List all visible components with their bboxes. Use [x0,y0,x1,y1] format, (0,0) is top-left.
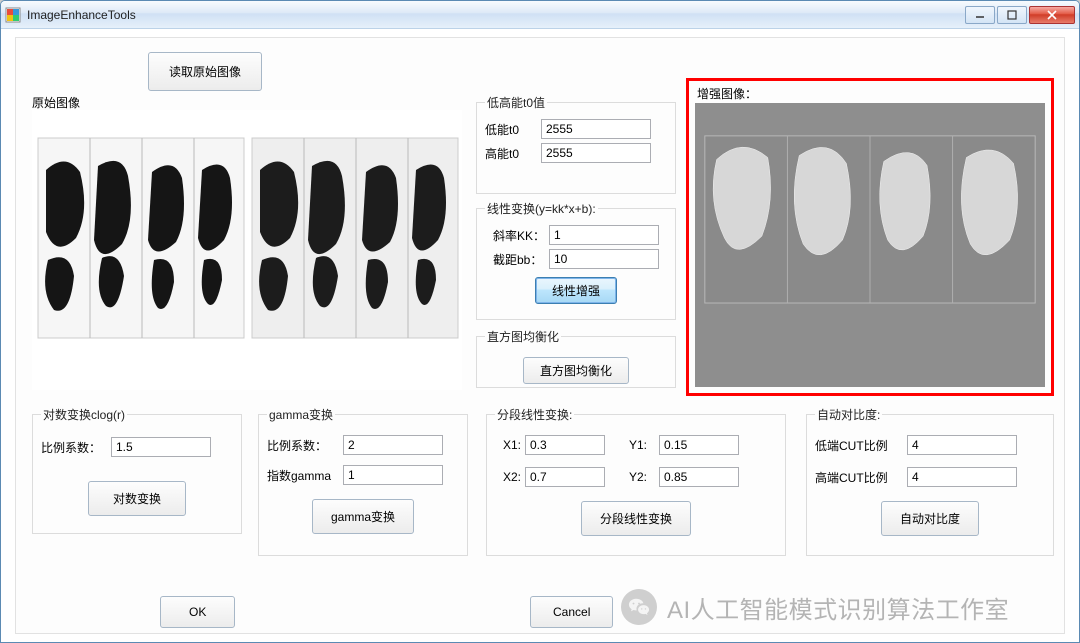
piecewise-group-legend: 分段线性变换: [495,406,574,423]
gamma-coef-label: 比例系数： [267,437,343,454]
t0-group: 低高能t0值 低能t0 高能t0 [476,94,676,194]
gamma-group: gamma变换 比例系数： 指数gamma gamma变换 [258,406,468,556]
minimize-button[interactable] [965,6,995,24]
window: ImageEnhanceTools 读取原始图像 原始图像 [0,0,1080,643]
highcut-input[interactable] [907,467,1017,487]
t0-group-legend: 低高能t0值 [485,94,547,111]
app-icon [5,7,21,23]
hight0-label: 高能t0 [485,145,541,162]
lowcut-label: 低端CUT比例 [815,437,907,454]
enhanced-image-label: 增强图像： [697,85,757,102]
load-button-wrap: 读取原始图像 [146,50,264,93]
original-image-box [32,110,462,390]
log-transform-button[interactable]: 对数变换 [88,481,186,516]
main-panel: 读取原始图像 原始图像 [15,37,1065,634]
autocontrast-group: 自动对比度: 低端CUT比例 高端CUT比例 自动对比度 [806,406,1054,556]
lowt0-input[interactable] [541,119,651,139]
x2-input[interactable] [525,467,605,487]
maximize-button[interactable] [997,6,1027,24]
ok-wrap: OK [158,594,237,630]
load-original-button[interactable]: 读取原始图像 [148,52,262,91]
y2-label: Y2: [629,470,659,484]
autocontrast-button[interactable]: 自动对比度 [881,501,979,536]
log-coef-label: 比例系数： [41,439,111,456]
linear-enhance-button[interactable]: 线性增强 [535,277,617,304]
enhanced-image-frame: 增强图像： [686,78,1054,396]
window-buttons [963,6,1075,24]
close-button[interactable] [1029,6,1075,24]
cancel-wrap: Cancel [528,594,615,630]
lowcut-input[interactable] [907,435,1017,455]
histeq-group-legend: 直方图均衡化 [485,328,561,345]
piecewise-group: 分段线性变换: X1: Y1: X2: Y2: 分段线性变换 [486,406,786,556]
x1-input[interactable] [525,435,605,455]
gamma-exp-input[interactable] [343,465,443,485]
titlebar[interactable]: ImageEnhanceTools [1,1,1079,29]
client-area: 读取原始图像 原始图像 [1,29,1079,642]
gamma-group-legend: gamma变换 [267,406,335,423]
gamma-exp-label: 指数gamma [267,467,343,484]
linear-group-legend: 线性变换(y=kk*x+b): [485,200,598,217]
x1-label: X1: [495,438,525,452]
log-group-legend: 对数变换clog(r) [41,406,127,423]
log-group: 对数变换clog(r) 比例系数： 对数变换 [32,406,242,534]
hight0-input[interactable] [541,143,651,163]
interceptbb-label: 截距bb： [485,251,549,268]
original-image-label: 原始图像 [32,94,80,111]
linear-group: 线性变换(y=kk*x+b): 斜率KK： 截距bb： 线性增强 [476,200,676,320]
window-title: ImageEnhanceTools [27,8,136,22]
y1-input[interactable] [659,435,739,455]
gamma-coef-input[interactable] [343,435,443,455]
highcut-label: 高端CUT比例 [815,469,907,486]
y1-label: Y1: [629,438,659,452]
enhanced-image-box [695,103,1045,387]
log-coef-input[interactable] [111,437,211,457]
y2-input[interactable] [659,467,739,487]
autocontrast-group-legend: 自动对比度: [815,406,882,423]
cancel-button[interactable]: Cancel [530,596,613,628]
ok-button[interactable]: OK [160,596,235,628]
piecewise-button[interactable]: 分段线性变换 [581,501,691,536]
histeq-group: 直方图均衡化 直方图均衡化 [476,328,676,388]
interceptbb-input[interactable] [549,249,659,269]
x2-label: X2: [495,470,525,484]
slopekk-input[interactable] [549,225,659,245]
histeq-button[interactable]: 直方图均衡化 [523,357,629,384]
lowt0-label: 低能t0 [485,121,541,138]
gamma-transform-button[interactable]: gamma变换 [312,499,414,534]
slopekk-label: 斜率KK： [485,227,549,244]
